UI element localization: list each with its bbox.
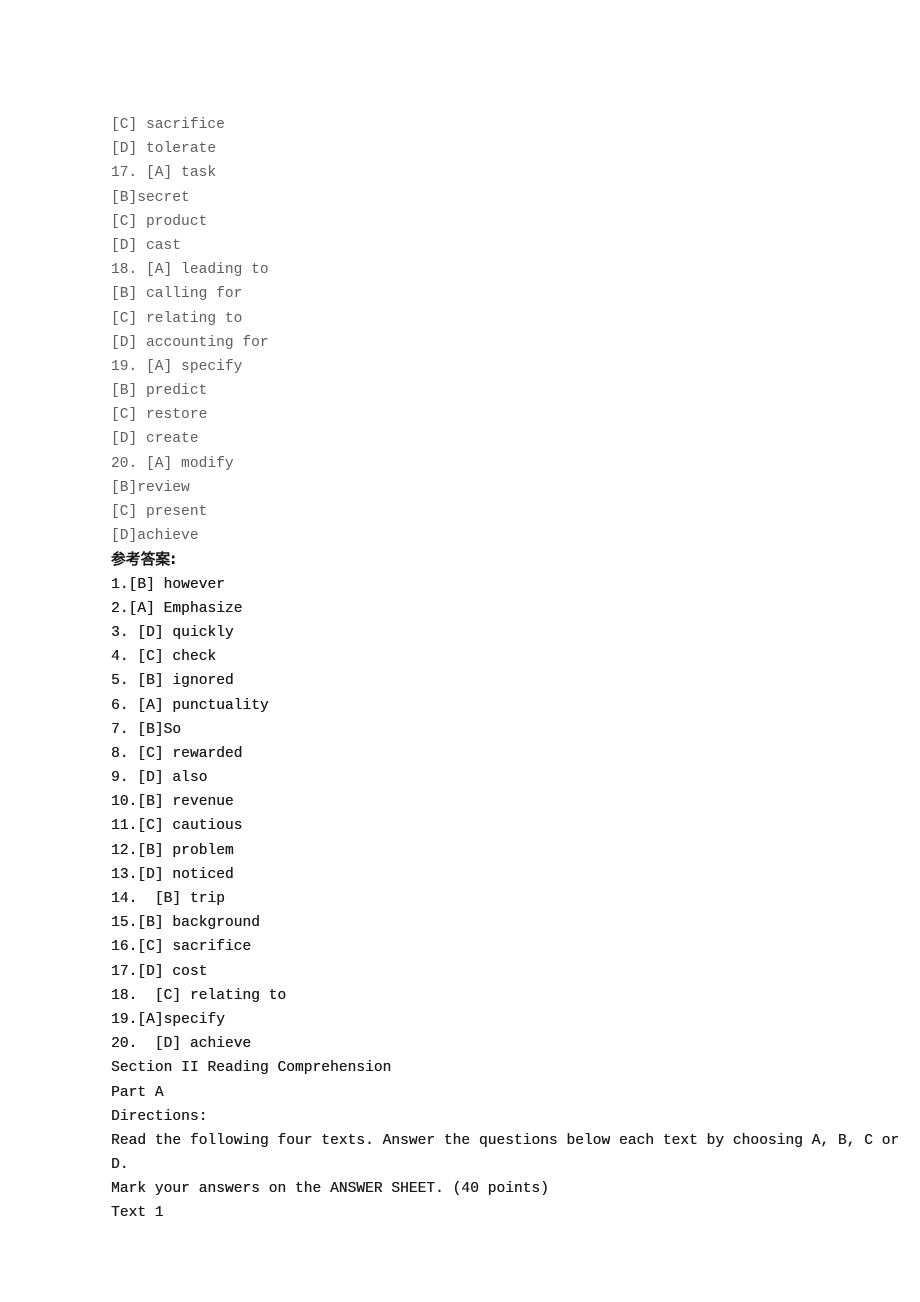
answer-key-item: 1.[B] however (111, 576, 225, 593)
option-line: [B]secret (111, 189, 190, 206)
option-line: [D] tolerate (111, 141, 217, 158)
directions-text-line-3: Mark your answers on the ANSWER SHEET. (… (111, 1181, 549, 1198)
answer-key-item: 10.[B] revenue (111, 794, 234, 811)
answer-key-item: 5. [B] ignored (111, 673, 234, 690)
answer-key-item: 14. [B] trip (111, 891, 225, 907)
option-line: [D] create (111, 431, 199, 448)
section-block: Section II Reading Comprehension Part A … (111, 1056, 900, 1225)
text-label: Text 1 (111, 1205, 164, 1222)
answer-key-item: 3. [D] quickly (111, 624, 234, 641)
option-line: [C] product (111, 213, 208, 230)
answer-key-item: 16.[C] sacrifice (111, 939, 252, 956)
option-line: [B] calling for (111, 286, 243, 303)
answer-key-list: 1.[B] however 2.[A] Emphasize 3. [D] qui… (111, 573, 851, 1057)
answer-key-item: 8. [C] rewarded (111, 745, 243, 762)
answer-key-item: 4. [C] check (111, 649, 217, 666)
option-line: 20. [A] modify (111, 455, 234, 472)
option-line: 19. [A] specify (111, 358, 243, 375)
answer-key-item: 6. [A] punctuality (111, 697, 269, 714)
answer-key-item: 17.[D] cost (111, 963, 208, 980)
document-page: [C] sacrifice [D] tolerate 17. [A] task … (0, 0, 920, 1302)
answer-key-item: 19.[A]specify (111, 1011, 225, 1028)
directions-text-line-1: Read the following four texts. Answer th… (111, 1132, 900, 1149)
directions-label: Directions: (111, 1108, 208, 1125)
answer-key-item: 12.[B] problem (111, 842, 234, 859)
option-line: [C] restore (111, 407, 208, 424)
answer-key-item: 7. [B]So (111, 721, 182, 738)
answer-key-item: 15.[B] background (111, 915, 260, 932)
option-line: [D] cast (111, 237, 182, 254)
section-title: Section II Reading Comprehension (111, 1060, 392, 1077)
options-block: [C] sacrifice [D] tolerate 17. [A] task … (111, 113, 851, 548)
answer-key-item: 2.[A] Emphasize (111, 600, 243, 617)
section-part: Part A (111, 1084, 164, 1101)
answer-key-heading: 参考答案: (111, 551, 177, 569)
option-line: [C] present (111, 504, 208, 520)
option-line: [B] predict (111, 383, 208, 400)
answer-key-item: 9. [D] also (111, 770, 208, 787)
answer-key-item: 13.[D] noticed (111, 866, 234, 883)
answer-key-item: 20. [D] achieve (111, 1036, 252, 1053)
option-line: 18. [A] leading to (111, 262, 269, 279)
option-line: [D] accounting for (111, 334, 269, 351)
answer-key-item: 11.[C] cautious (111, 818, 243, 835)
document-content: [C] sacrifice [D] tolerate 17. [A] task … (111, 113, 900, 1226)
option-line: [D]achieve (111, 528, 199, 545)
option-line: [B]review (111, 479, 190, 496)
option-line: [C] relating to (111, 310, 243, 327)
option-line: [C] sacrifice (111, 117, 225, 133)
option-line: 17. [A] task (111, 165, 217, 182)
directions-text-line-2: D. (111, 1157, 129, 1174)
answer-key-item: 18. [C] relating to (111, 987, 287, 1004)
